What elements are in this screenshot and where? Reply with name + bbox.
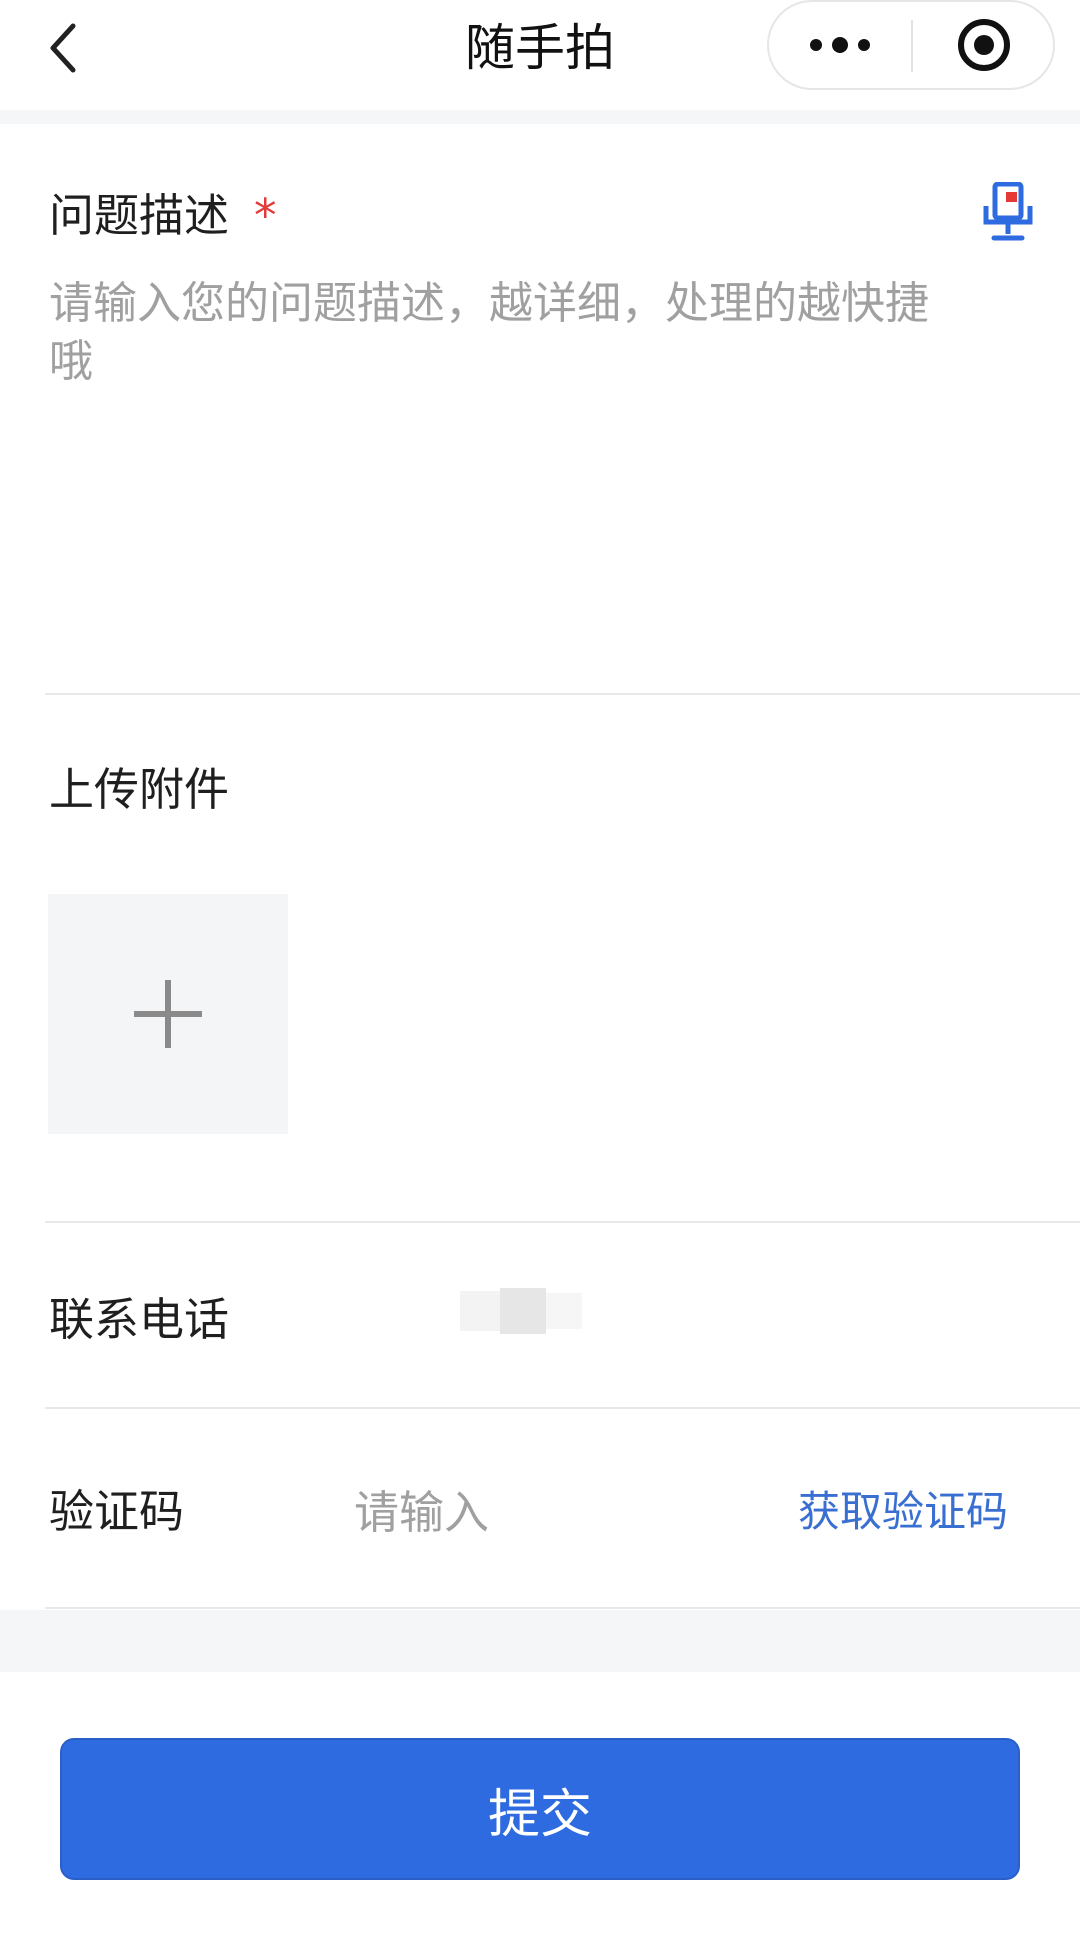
- description-textarea[interactable]: [49, 275, 949, 655]
- verification-code-label: 验证码: [49, 1485, 185, 1538]
- more-button[interactable]: [769, 2, 911, 88]
- divider: [45, 693, 1080, 695]
- redacted-block: [500, 1288, 546, 1334]
- divider: [45, 1407, 1080, 1409]
- voice-input-button[interactable]: [978, 178, 1038, 248]
- mini-program-capsule: [767, 0, 1055, 90]
- chevron-left-icon: [50, 23, 76, 73]
- get-verification-code-button[interactable]: 获取验证码: [798, 1482, 1008, 1542]
- add-attachment-button[interactable]: [48, 894, 288, 1134]
- header-separator: [0, 110, 1080, 124]
- section-gap: [0, 1610, 1080, 1672]
- phone-label: 联系电话: [49, 1293, 230, 1346]
- redacted-block: [546, 1293, 582, 1329]
- more-dots-icon: [810, 37, 870, 53]
- required-mark: *: [254, 189, 277, 242]
- verification-code-input[interactable]: [354, 1480, 774, 1544]
- divider: [45, 1607, 1080, 1609]
- page: 随手拍 问题描述 * 请输入您的问题描述，越详细，处理的越快捷哦 上传附件 联系…: [0, 0, 1080, 1936]
- back-button[interactable]: [28, 8, 98, 88]
- description-label: 问题描述: [49, 189, 230, 242]
- close-mini-program-button[interactable]: [913, 2, 1055, 88]
- phone-value-redacted: [460, 1288, 590, 1334]
- navigation-bar: 随手拍: [0, 0, 1080, 110]
- voice-input-icon: [983, 182, 1033, 241]
- divider: [45, 1221, 1080, 1223]
- submit-button[interactable]: 提交: [60, 1738, 1020, 1880]
- redacted-block: [460, 1291, 500, 1331]
- target-icon: [958, 19, 1010, 71]
- upload-label: 上传附件: [49, 763, 230, 816]
- plus-icon: [134, 980, 202, 1048]
